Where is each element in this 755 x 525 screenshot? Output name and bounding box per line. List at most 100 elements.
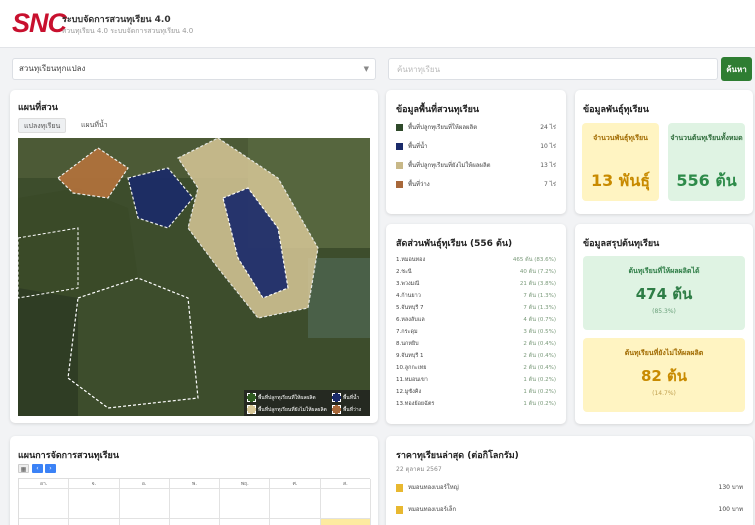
calendar-day-cell[interactable] bbox=[120, 519, 170, 525]
variety-title: ข้อมูลพันธุ์ทุเรียน bbox=[583, 105, 649, 115]
non-yielding-trees-box: ต้นทุเรียนที่ยังไม่ให้ผลผลิต 82 ต้น (14.… bbox=[583, 338, 745, 412]
calendar-day-cell[interactable] bbox=[169, 489, 221, 519]
area-label: พื้นที่น้ำ bbox=[408, 143, 428, 150]
ratio-variety-count: 3 ต้น (0.5%) bbox=[523, 329, 556, 335]
non-yielding-label: ต้นทุเรียนที่ยังไม่ให้ผลผลิต bbox=[624, 349, 704, 357]
ratio-row: 12.มูซังคิง 1 ต้น (0.2%) bbox=[396, 387, 556, 398]
ratio-variety-name: 1.หมอนทอง bbox=[396, 257, 426, 263]
next-month-button[interactable]: › bbox=[45, 464, 56, 473]
ratio-variety-count: 1 ต้น (0.2%) bbox=[523, 401, 556, 407]
ratio-variety-count: 1 ต้น (0.2%) bbox=[523, 389, 556, 395]
yielding-trees-box: ต้นทุเรียนที่ให้ผลผลิตได้ 474 ต้น (85.3%… bbox=[583, 256, 745, 330]
ratio-variety-name: 5.จันทบุรี 7 bbox=[396, 305, 424, 311]
summary-title: ข้อมูลสรุปต้นทุเรียน bbox=[583, 239, 660, 249]
ratio-title: สัดส่วนพันธุ์ทุเรียน (556 ต้น) bbox=[396, 239, 513, 249]
calendar-day-cell[interactable] bbox=[320, 519, 371, 525]
legend-swatch bbox=[247, 393, 256, 402]
area-value: 7 ไร่ bbox=[544, 181, 556, 188]
yielding-percent: (85.3%) bbox=[652, 308, 676, 315]
ratio-row: 2.ชะนี 40 ต้น (7.2%) bbox=[396, 267, 556, 278]
ratio-variety-name: 4.ก้านยาว bbox=[396, 293, 421, 299]
price-swatch bbox=[396, 506, 403, 514]
plan-title: แผนการจัดการสวนทุเรียน bbox=[18, 451, 119, 461]
calendar-day-cell[interactable] bbox=[220, 519, 271, 525]
variety-ratio-card: สัดส่วนพันธุ์ทุเรียน (556 ต้น) 1.หมอนทอง… bbox=[386, 224, 566, 424]
calendar-day-header: จ. bbox=[69, 479, 120, 489]
calendar-day-cell[interactable] bbox=[170, 519, 221, 525]
ratio-row: 5.จันทบุรี 7 7 ต้น (1.3%) bbox=[396, 303, 556, 314]
tree-summary-card: ข้อมูลสรุปต้นทุเรียน ต้นทุเรียนที่ให้ผลผ… bbox=[575, 224, 753, 424]
area-value: 10 ไร่ bbox=[540, 143, 556, 150]
price-title: ราคาทุเรียนล่าสุด (ต่อกิโลกรัม) bbox=[396, 451, 519, 461]
variety-info-card: ข้อมูลพันธุ์ทุเรียน จำนวนพันธุ์ทุเรียน 1… bbox=[575, 90, 753, 214]
legend-label: พื้นที่น้ำ bbox=[343, 395, 360, 401]
ratio-variety-name: 3.พวงมณี bbox=[396, 281, 420, 287]
legend-label: พื้นที่ว่าง bbox=[343, 407, 362, 413]
map-legend: พื้นที่ปลูกทุเรียนที่ให้ผลผลิต พื้นที่น้… bbox=[244, 390, 370, 416]
calendar-day-cell[interactable] bbox=[69, 519, 120, 525]
calendar-day-header: อ. bbox=[119, 479, 170, 489]
ratio-variety-name: 11.หมอนเขา bbox=[396, 377, 428, 383]
price-value: 130 บาท bbox=[718, 484, 744, 491]
ratio-row: 10.ลูกกะเทย 2 ต้น (0.4%) bbox=[396, 363, 556, 374]
calendar-grid: อา. จ. อ. พ. พฤ. ศ. ส. bbox=[18, 478, 371, 525]
search-input[interactable] bbox=[388, 58, 718, 80]
area-label: พื้นที่ว่าง bbox=[408, 181, 430, 188]
calendar-day-header: พ. bbox=[169, 479, 221, 489]
legend-item: พื้นที่น้ำ bbox=[332, 393, 359, 402]
area-swatch bbox=[396, 181, 403, 188]
calendar-day-cell[interactable] bbox=[320, 489, 371, 519]
calendar-icon[interactable]: ▦ bbox=[18, 464, 29, 473]
orchard-select[interactable]: สวนทุเรียนทุกแปลง ▼ bbox=[12, 58, 376, 80]
calendar-day-header: ส. bbox=[320, 479, 371, 489]
ratio-variety-name: 7.กระดุม bbox=[396, 329, 418, 335]
ratio-variety-name: 10.ลูกกะเทย bbox=[396, 365, 427, 371]
ratio-variety-count: 465 ต้น (83.6%) bbox=[512, 257, 556, 263]
calendar-day-header: พฤ. bbox=[220, 479, 271, 489]
price-value: 100 บาท bbox=[718, 506, 744, 513]
area-row: พื้นที่ปลูกทุเรียนที่ให้ผลผลิต 24 ไร่ bbox=[396, 122, 556, 134]
search-button[interactable]: ค้นหา bbox=[721, 57, 752, 81]
orchard-plan-card: แผนการจัดการสวนทุเรียน ▦ ‹ › อา. จ. อ. พ. พฤ… bbox=[10, 436, 378, 525]
legend-item: พื้นที่ปลูกทุเรียนที่ยังไม่ให้ผลผลิต bbox=[247, 405, 327, 414]
ratio-variety-count: 2 ต้น (0.4%) bbox=[523, 341, 556, 347]
calendar-day-cell[interactable] bbox=[19, 489, 70, 519]
area-row: พื้นที่น้ำ 10 ไร่ bbox=[396, 141, 556, 153]
yielding-value: 474 ต้น bbox=[635, 285, 693, 303]
calendar-day-cell[interactable] bbox=[270, 519, 321, 525]
map-card: แผนที่สวน แปลงทุเรียน แผนที่น้ำ พื้นที่ป… bbox=[10, 90, 378, 423]
calendar-day-cell[interactable] bbox=[220, 489, 271, 519]
ratio-variety-count: 40 ต้น (7.2%) bbox=[519, 269, 556, 275]
area-value: 24 ไร่ bbox=[540, 124, 556, 131]
area-title: ข้อมูลพื้นที่สวนทุเรียน bbox=[396, 105, 479, 115]
map-canvas bbox=[18, 138, 370, 416]
ratio-variety-name: 12.มูซังคิง bbox=[396, 389, 422, 395]
area-label: พื้นที่ปลูกทุเรียนที่ยังไม่ให้ผลผลิต bbox=[408, 162, 491, 169]
non-yielding-value: 82 ต้น bbox=[640, 367, 688, 385]
ratio-variety-count: 7 ต้น (1.3%) bbox=[523, 293, 556, 299]
satellite-map[interactable]: พื้นที่ปลูกทุเรียนที่ให้ผลผลิต พื้นที่น้… bbox=[18, 138, 370, 416]
calendar-day-cell[interactable] bbox=[69, 489, 120, 519]
price-row: หมอนทองเบอร์เล็ก 100 บาท bbox=[396, 504, 743, 516]
area-value: 13 ไร่ bbox=[540, 162, 556, 169]
legend-swatch bbox=[247, 405, 256, 414]
ratio-row: 9.จันทบุรี 1 2 ต้น (0.4%) bbox=[396, 351, 556, 362]
price-swatch bbox=[396, 484, 403, 492]
variety-count-label: จำนวนพันธุ์ทุเรียน bbox=[593, 134, 648, 142]
calendar-day-cell[interactable] bbox=[119, 489, 170, 519]
snc-logo[interactable]: SNC bbox=[12, 8, 67, 39]
price-label: หมอนทองเบอร์เล็ก bbox=[408, 506, 457, 513]
legend-item: พื้นที่ว่าง bbox=[332, 405, 361, 414]
calendar-day-cell[interactable] bbox=[19, 519, 70, 525]
prev-month-button[interactable]: ‹ bbox=[32, 464, 43, 473]
tab-durian-plots[interactable]: แปลงทุเรียน bbox=[18, 118, 67, 133]
tab-water-map[interactable]: แผนที่น้ำ bbox=[76, 118, 113, 133]
area-row: พื้นที่ปลูกทุเรียนที่ยังไม่ให้ผลผลิต 13 ไ… bbox=[396, 160, 556, 172]
ratio-variety-count: 2 ต้น (0.4%) bbox=[523, 353, 556, 359]
calendar-day-cell[interactable] bbox=[270, 489, 321, 519]
ratio-variety-count: 1 ต้น (0.2%) bbox=[523, 377, 556, 383]
non-yielding-percent: (14.7%) bbox=[652, 390, 676, 397]
app-subtitle: สวนทุเรียน 4.0 ระบบจัดการสวนทุเรียน 4.0 bbox=[62, 27, 194, 35]
ratio-variety-name: 13.ทองย้อยฉัตร bbox=[396, 401, 435, 407]
area-label: พื้นที่ปลูกทุเรียนที่ให้ผลผลิต bbox=[408, 124, 478, 131]
